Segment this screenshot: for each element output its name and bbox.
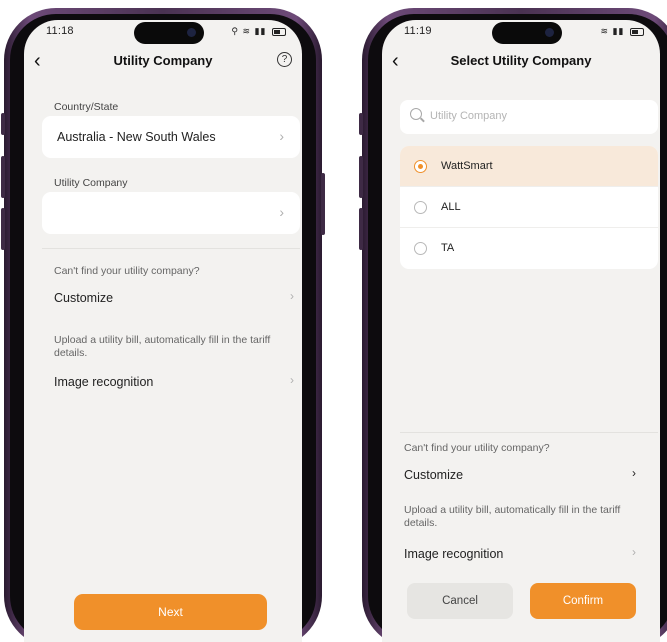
status-time: 11:18 [46,25,74,37]
customize-label: Customize [404,468,464,482]
page-title: Utility Company [113,53,213,68]
nav-bar: ‹ Select Utility Company [382,50,660,76]
status-icons: ≋ ▮▮ [601,26,644,37]
next-button[interactable]: Next [74,594,267,630]
wifi-icon: ≋ [242,26,252,36]
image-recognition-row[interactable]: Image recognition › [54,373,294,391]
country-state-value: Australia - New South Wales [57,130,216,144]
volume-up-button [359,156,363,198]
utility-company-list: WattSmart ALL TA [400,146,658,269]
action-button [359,113,363,135]
image-recognition-label: Image recognition [54,375,154,389]
wifi-icon: ≋ [600,26,610,36]
power-button [321,173,325,235]
chevron-right-icon: › [290,289,294,303]
signal-icon: ▮▮ [254,26,267,36]
cant-find-text: Can't find your utility company? [404,442,550,454]
chevron-right-icon: › [632,545,636,559]
screen-left: 11:18 ⚲ ≋ ▮▮ ‹ Utility Company ? Country… [24,20,302,642]
list-item-wattsmart[interactable]: WattSmart [400,146,658,187]
action-button [1,113,5,135]
divider [400,432,658,433]
search-icon [410,108,422,120]
nav-bar: ‹ Utility Company ? [24,50,302,76]
search-placeholder: Utility Company [430,110,508,122]
chevron-right-icon: › [279,128,284,144]
radio-icon[interactable] [414,201,427,214]
list-item-ta[interactable]: TA [400,228,658,269]
search-input[interactable]: Utility Company [400,100,658,134]
radio-selected-icon[interactable] [414,160,427,173]
cant-find-text: Can't find your utility company? [54,265,200,277]
chevron-right-icon: › [632,466,636,480]
image-recognition-row[interactable]: Image recognition › [404,545,636,563]
upload-bill-text: Upload a utility bill, automatically fil… [54,334,271,359]
cancel-button[interactable]: Cancel [407,583,513,619]
list-item-all[interactable]: ALL [400,187,658,228]
status-bar: 11:18 ⚲ ≋ ▮▮ [24,20,302,44]
customize-row[interactable]: Customize › [404,466,636,484]
list-item-label: TA [441,242,455,254]
volume-down-button [359,208,363,250]
volume-up-button [1,156,5,198]
country-state-select[interactable]: Australia - New South Wales › [42,116,300,158]
utility-company-select[interactable]: › [42,192,300,234]
list-item-label: ALL [441,201,461,213]
screen-right: 11:19 ≋ ▮▮ ‹ Select Utility Company Util… [382,20,660,642]
chevron-right-icon: › [279,204,284,220]
divider [42,248,300,249]
question-circle-icon[interactable]: ? [277,52,292,67]
utility-company-label: Utility Company [54,177,128,189]
dynamic-island [134,22,204,44]
camera-icon [545,28,554,37]
dynamic-island [492,22,562,44]
chevron-right-icon: › [290,373,294,387]
signal-icon: ▮▮ [612,26,625,36]
customize-row[interactable]: Customize › [54,289,294,307]
list-item-label: WattSmart [441,160,493,172]
upload-bill-text: Upload a utility bill, automatically fil… [404,504,621,529]
volume-down-button [1,208,5,250]
page-title: Select Utility Company [450,53,592,68]
confirm-button[interactable]: Confirm [530,583,636,619]
image-recognition-label: Image recognition [404,547,504,561]
radio-icon[interactable] [414,242,427,255]
country-state-label: Country/State [54,101,119,113]
status-time: 11:19 [404,25,432,37]
customize-label: Customize [54,291,114,305]
status-bar: 11:19 ≋ ▮▮ [382,20,660,44]
battery-icon [272,27,286,36]
camera-icon [187,28,196,37]
battery-icon [630,27,644,36]
status-icons: ⚲ ≋ ▮▮ [231,26,286,37]
location-icon: ⚲ [231,26,239,36]
